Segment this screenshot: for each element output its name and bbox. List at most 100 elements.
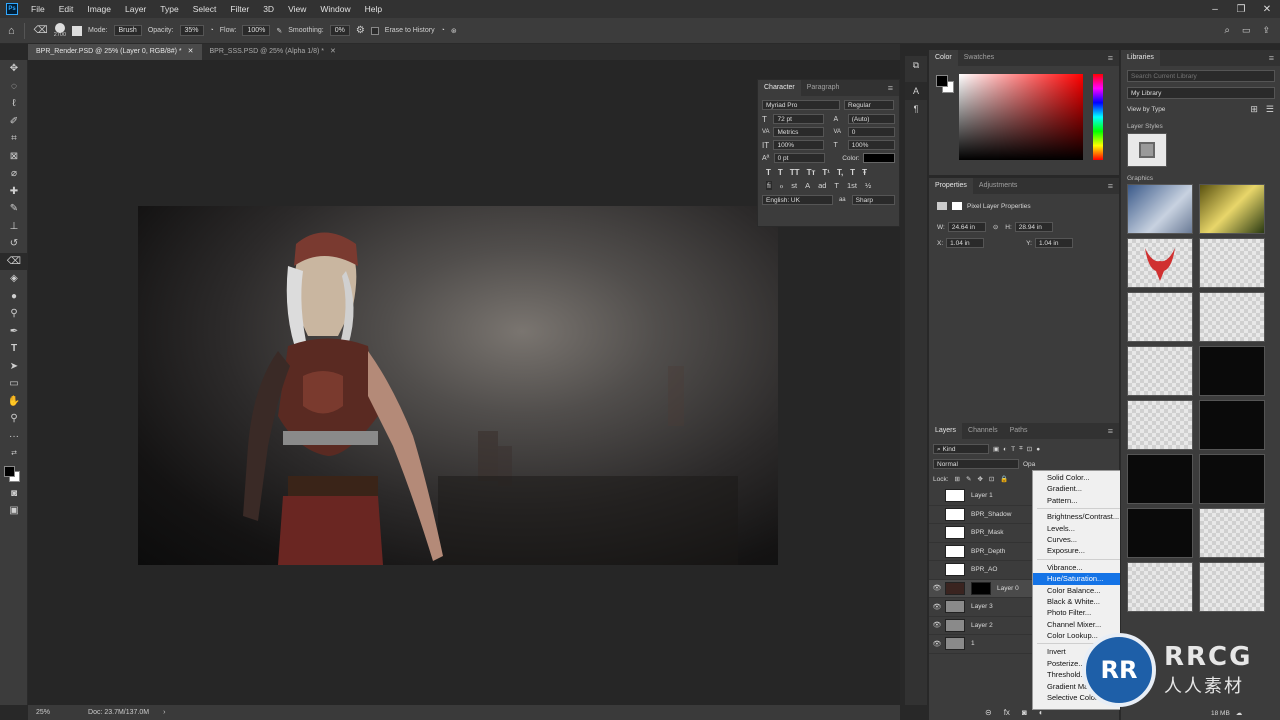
quick-mask-icon[interactable]: ◙ bbox=[0, 485, 28, 503]
link-layers-icon[interactable]: ⊝ bbox=[985, 708, 992, 717]
font-style-select[interactable]: Regular bbox=[844, 100, 894, 110]
blend-mode-select[interactable]: Normal bbox=[933, 459, 1019, 469]
swap-colors-icon[interactable]: ⇄ bbox=[0, 445, 28, 463]
symmetry-icon[interactable]: ⊛ bbox=[451, 27, 457, 35]
lock-pixels-icon[interactable]: ✎ bbox=[966, 475, 971, 483]
graphic-tile[interactable] bbox=[1199, 184, 1265, 234]
share-icon[interactable]: ⇪ bbox=[1262, 25, 1270, 36]
screen-mode-icon[interactable]: ▣ bbox=[0, 502, 28, 520]
pressure-opacity-icon[interactable]: ◔ bbox=[210, 27, 214, 34]
shape-tool-icon[interactable]: ▭ bbox=[0, 375, 28, 393]
tab-color[interactable]: Color bbox=[929, 50, 958, 66]
menu-help[interactable]: Help bbox=[358, 0, 389, 18]
lock-transparent-icon[interactable]: ⊞ bbox=[955, 475, 960, 483]
home-icon[interactable]: ⌂ bbox=[8, 25, 15, 37]
tab-paragraph[interactable]: Paragraph bbox=[801, 80, 846, 96]
airbrush-icon[interactable]: ✎ bbox=[276, 27, 282, 35]
eraser-tool-icon[interactable]: ⌫ bbox=[0, 252, 28, 270]
language-select[interactable]: English: UK bbox=[762, 195, 833, 205]
underline-button[interactable]: T bbox=[850, 168, 855, 177]
more-tools-icon[interactable]: ··· bbox=[0, 428, 28, 446]
y-field[interactable]: 1.04 in bbox=[1034, 238, 1073, 248]
move-tool-icon[interactable]: ✥ bbox=[0, 60, 28, 78]
restore-icon[interactable]: ❐ bbox=[1228, 4, 1254, 15]
add-mask-icon[interactable]: ◙ bbox=[1022, 708, 1027, 717]
baseline-shift-field[interactable]: 0 pt bbox=[773, 153, 826, 163]
erase-history-checkbox[interactable] bbox=[370, 26, 379, 35]
hand-tool-icon[interactable]: ✋ bbox=[0, 393, 28, 411]
filter-pixel-icon[interactable]: ▣ bbox=[993, 445, 999, 453]
status-arrow-icon[interactable]: › bbox=[163, 709, 165, 716]
library-search-input[interactable] bbox=[1127, 70, 1275, 82]
menu-file[interactable]: File bbox=[24, 0, 52, 18]
list-view-icon[interactable]: ☰ bbox=[1266, 104, 1274, 115]
panel-menu-icon[interactable]: ≡ bbox=[1269, 53, 1274, 63]
faux-bold-button[interactable]: T bbox=[766, 168, 771, 177]
graphic-tile[interactable] bbox=[1199, 508, 1265, 558]
panel-menu-icon[interactable]: ≡ bbox=[1108, 426, 1113, 436]
workspace-icon[interactable]: ▭ bbox=[1242, 25, 1251, 36]
pressure-size-icon[interactable]: ◔ bbox=[441, 27, 445, 34]
layer-styles-header[interactable]: Layer Styles bbox=[1127, 123, 1274, 130]
close-tab-icon[interactable]: ✕ bbox=[330, 44, 336, 60]
history-panel-icon[interactable]: ⧉ bbox=[905, 56, 927, 74]
text-color-swatch[interactable] bbox=[862, 153, 895, 163]
tab-adjustments[interactable]: Adjustments bbox=[973, 178, 1024, 194]
eye-icon[interactable]: 👁 bbox=[929, 640, 945, 648]
frame-tool-icon[interactable]: ⊠ bbox=[0, 148, 28, 166]
panel-menu-icon[interactable]: ≡ bbox=[888, 83, 893, 93]
superscript-button[interactable]: T¹ bbox=[822, 168, 830, 177]
tab-channels[interactable]: Channels bbox=[962, 423, 1004, 439]
graphic-tile[interactable] bbox=[1127, 400, 1193, 450]
opacity-field[interactable]: 35% bbox=[179, 25, 204, 36]
filter-adjustment-icon[interactable]: ◐ bbox=[1003, 446, 1007, 453]
gear-icon[interactable]: ⚙ bbox=[356, 25, 365, 36]
old-style-button[interactable]: ℴ bbox=[780, 181, 783, 190]
view-by-select[interactable]: View by Type bbox=[1127, 106, 1165, 113]
font-size-field[interactable]: 72 pt bbox=[773, 114, 825, 124]
zoom-level[interactable]: 25% bbox=[36, 709, 50, 716]
minimize-icon[interactable]: – bbox=[1202, 4, 1228, 15]
path-select-tool-icon[interactable]: ➤ bbox=[0, 358, 28, 376]
paragraph-panel-icon[interactable]: ¶ bbox=[905, 100, 927, 118]
faux-italic-button[interactable]: T bbox=[778, 168, 783, 177]
quick-select-tool-icon[interactable]: ✐ bbox=[0, 113, 28, 131]
graphic-tile[interactable] bbox=[1127, 238, 1193, 288]
tracking-field[interactable]: 0 bbox=[847, 127, 895, 137]
swash-button[interactable]: A bbox=[805, 181, 810, 190]
type-tool-icon[interactable]: T bbox=[0, 340, 28, 358]
graphic-tile[interactable] bbox=[1199, 238, 1265, 288]
color-swatches[interactable] bbox=[0, 463, 28, 485]
eraser-tool-icon[interactable]: ⌫ bbox=[34, 25, 48, 36]
search-icon[interactable]: ⌕ bbox=[1224, 25, 1230, 36]
menu-edit[interactable]: Edit bbox=[52, 0, 81, 18]
panel-menu-icon[interactable]: ≡ bbox=[1108, 53, 1113, 63]
graphic-tile[interactable] bbox=[1127, 346, 1193, 396]
color-field[interactable] bbox=[959, 74, 1083, 160]
tab-character[interactable]: Character bbox=[758, 80, 801, 96]
width-field[interactable]: 24.64 in bbox=[947, 222, 986, 232]
menu-filter[interactable]: Filter bbox=[223, 0, 256, 18]
graphic-tile[interactable] bbox=[1127, 184, 1193, 234]
filter-smart-icon[interactable]: ⊡ bbox=[1027, 445, 1032, 453]
close-icon[interactable]: ✕ bbox=[1254, 4, 1280, 15]
stamp-tool-icon[interactable]: ⊥ bbox=[0, 218, 28, 236]
all-caps-button[interactable]: TT bbox=[790, 168, 800, 177]
paint-bucket-tool-icon[interactable]: ◈ bbox=[0, 270, 28, 288]
subscript-button[interactable]: T, bbox=[837, 168, 843, 177]
graphic-tile[interactable] bbox=[1127, 292, 1193, 342]
graphic-tile[interactable] bbox=[1199, 346, 1265, 396]
library-select[interactable]: My Library bbox=[1127, 87, 1275, 99]
filter-toggle-icon[interactable]: ● bbox=[1036, 446, 1040, 453]
healing-tool-icon[interactable]: ✚ bbox=[0, 183, 28, 201]
kerning-field[interactable]: Metrics bbox=[773, 127, 825, 137]
mode-select[interactable]: Brush bbox=[113, 25, 142, 36]
strikethrough-button[interactable]: Ŧ bbox=[862, 168, 867, 177]
crop-tool-icon[interactable]: ⌗ bbox=[0, 130, 28, 148]
menu-3d[interactable]: 3D bbox=[256, 0, 281, 18]
stylistic-alternates-button[interactable]: ad bbox=[818, 181, 826, 190]
x-field[interactable]: 1.04 in bbox=[946, 238, 985, 248]
tab-properties[interactable]: Properties bbox=[929, 178, 973, 194]
graphic-tile[interactable] bbox=[1127, 562, 1193, 612]
ordinals-button[interactable]: 1st bbox=[847, 181, 857, 190]
